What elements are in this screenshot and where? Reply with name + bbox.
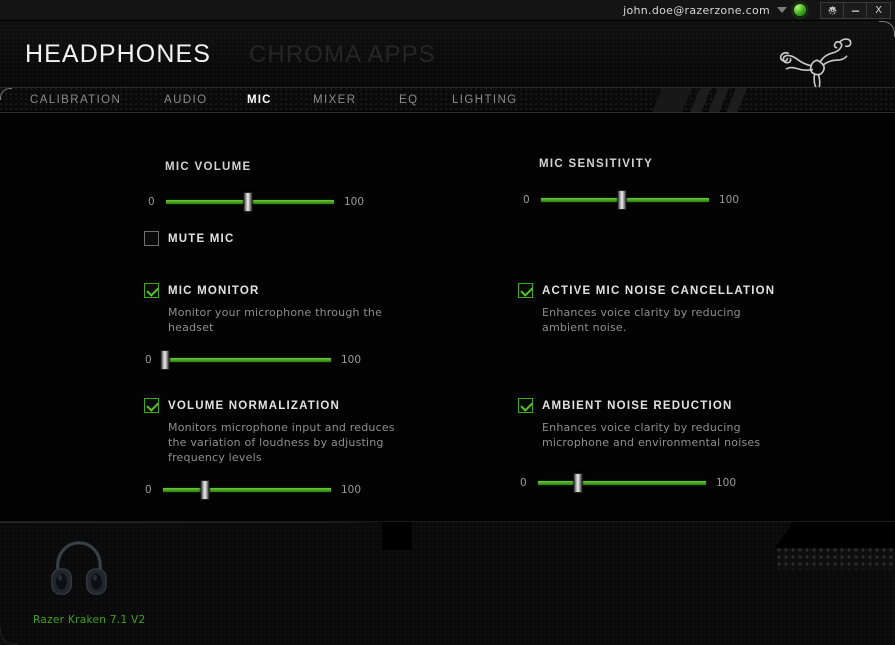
mic-volume-group: MIC VOLUME 0 100	[148, 161, 364, 212]
mic-sensitivity-min-label: 0	[523, 193, 530, 206]
ambient-noise-reduction-slider[interactable]	[538, 473, 706, 493]
volume-normalization-min-label: 0	[145, 483, 152, 496]
mic-sensitivity-slider-row: 0 100	[523, 190, 740, 210]
ambient-noise-reduction-slider-row: 0 100	[520, 473, 782, 493]
main-content: MIC VOLUME 0 100 MUTE MIC MIC MONITOR Mo…	[0, 112, 895, 522]
chroma-apps-title[interactable]: CHROMA APPS	[249, 41, 436, 69]
volume-normalization-slider-thumb[interactable]	[200, 480, 210, 500]
volume-normalization-checkbox[interactable]	[144, 398, 159, 413]
titlebar: john.doe@razerzone.com X	[0, 0, 895, 21]
ambient-noise-reduction-max-label: 100	[716, 476, 737, 489]
footer-top-divider	[0, 522, 400, 523]
mic-volume-slider-row: 0 100	[148, 192, 365, 212]
footer-notch-decoration	[775, 522, 895, 548]
mic-monitor-checkbox[interactable]	[144, 283, 159, 298]
mic-monitor-min-label: 0	[145, 353, 152, 366]
mic-monitor-row[interactable]: MIC MONITOR	[144, 283, 430, 298]
tab-eq[interactable]: EQ	[399, 94, 418, 106]
volume-normalization-slider-row: 0 100	[145, 480, 416, 500]
ambient-noise-reduction-slider-track	[538, 481, 706, 485]
header: HEADPHONES CHROMA APPS	[0, 21, 895, 87]
mic-monitor-max-label: 100	[341, 353, 362, 366]
headphones-icon[interactable]	[48, 536, 110, 598]
active-mic-noise-cancellation-description: Enhances voice clarity by reducing ambie…	[542, 306, 741, 334]
mic-volume-max-label: 100	[344, 195, 365, 208]
mic-volume-slider-thumb[interactable]	[243, 192, 253, 212]
window-buttons: X	[820, 1, 891, 19]
mute-mic-group: MUTE MIC	[144, 231, 234, 246]
tab-bar: CALIBRATION AUDIO MIC MIXER EQ LIGHTING	[0, 87, 895, 113]
device-footer	[0, 522, 895, 645]
gear-icon	[828, 5, 836, 15]
razer-synapse-window: john.doe@razerzone.com X HEADPHONES CHRO…	[0, 0, 895, 645]
ambient-noise-reduction-label: AMBIENT NOISE REDUCTION	[542, 399, 733, 412]
tab-calibration[interactable]: CALIBRATION	[30, 94, 121, 106]
volume-normalization-row[interactable]: VOLUME NORMALIZATION	[144, 398, 416, 413]
ambient-noise-reduction-checkbox[interactable]	[518, 398, 533, 413]
tab-mixer[interactable]: MIXER	[313, 94, 356, 106]
mic-monitor-slider[interactable]	[160, 350, 331, 370]
footer-hex-strip-decoration	[777, 548, 893, 570]
settings-button[interactable]	[821, 2, 844, 18]
tab-mic[interactable]: MIC	[247, 94, 272, 106]
ambient-noise-reduction-row[interactable]: AMBIENT NOISE REDUCTION	[518, 398, 782, 413]
tab-audio[interactable]: AUDIO	[164, 94, 207, 106]
mic-sensitivity-max-label: 100	[719, 193, 740, 206]
mute-mic-label: MUTE MIC	[168, 232, 235, 245]
mic-sensitivity-slider-thumb[interactable]	[617, 190, 627, 210]
footer-texture	[0, 522, 895, 645]
device-name-label: Razer Kraken 7.1 V2	[33, 614, 146, 626]
ambient-noise-reduction-group: AMBIENT NOISE REDUCTION Enhances voice c…	[518, 398, 782, 493]
mic-monitor-slider-track	[163, 358, 331, 362]
chevron-down-icon[interactable]	[777, 7, 787, 13]
mic-monitor-slider-row: 0 100	[145, 350, 430, 370]
razer-triple-snake-logo-icon	[779, 38, 852, 87]
ambient-noise-reduction-slider-thumb[interactable]	[573, 473, 583, 493]
account-email: john.doe@razerzone.com	[623, 3, 770, 17]
mic-sensitivity-group: MIC SENSITIVITY 0 100	[523, 158, 739, 210]
mute-mic-checkbox[interactable]	[144, 231, 159, 246]
volume-normalization-slider-track	[163, 488, 331, 492]
mic-monitor-description: Monitor your microphone through the head…	[168, 306, 383, 334]
volume-normalization-max-label: 100	[341, 483, 362, 496]
mic-sensitivity-label: MIC SENSITIVITY	[539, 158, 654, 170]
active-mic-noise-cancellation-label: ACTIVE MIC NOISE CANCELLATION	[542, 284, 776, 297]
mic-volume-label: MIC VOLUME	[165, 161, 252, 173]
ambient-noise-reduction-min-label: 0	[520, 476, 527, 489]
mic-volume-slider[interactable]	[166, 192, 334, 212]
active-mic-noise-cancellation-group: ACTIVE MIC NOISE CANCELLATION Enhances v…	[518, 283, 778, 335]
volume-normalization-label: VOLUME NORMALIZATION	[168, 399, 340, 412]
volume-normalization-description: Monitors microphone input and reduces th…	[168, 421, 395, 464]
mic-monitor-label: MIC MONITOR	[168, 284, 260, 297]
minimize-button[interactable]	[844, 2, 867, 18]
close-button[interactable]: X	[867, 3, 890, 18]
tab-lighting[interactable]: LIGHTING	[452, 94, 518, 106]
minimize-icon	[851, 10, 859, 12]
mic-monitor-slider-thumb[interactable]	[160, 350, 170, 370]
page-title: HEADPHONES	[25, 40, 212, 68]
active-mic-noise-cancellation-row[interactable]: ACTIVE MIC NOISE CANCELLATION	[518, 283, 778, 298]
volume-normalization-slider[interactable]	[163, 480, 331, 500]
online-status-orb-icon	[793, 3, 807, 17]
mic-volume-min-label: 0	[148, 195, 155, 208]
mute-mic-row[interactable]: MUTE MIC	[144, 231, 234, 246]
mic-sensitivity-slider[interactable]	[541, 190, 709, 210]
mic-monitor-group: MIC MONITOR Monitor your microphone thro…	[144, 283, 430, 370]
footer-diagonal-decoration	[382, 522, 412, 550]
active-mic-noise-cancellation-checkbox[interactable]	[518, 283, 533, 298]
volume-normalization-group: VOLUME NORMALIZATION Monitors microphone…	[144, 398, 416, 500]
ambient-noise-reduction-description: Enhances voice clarity by reducing micro…	[542, 421, 761, 449]
